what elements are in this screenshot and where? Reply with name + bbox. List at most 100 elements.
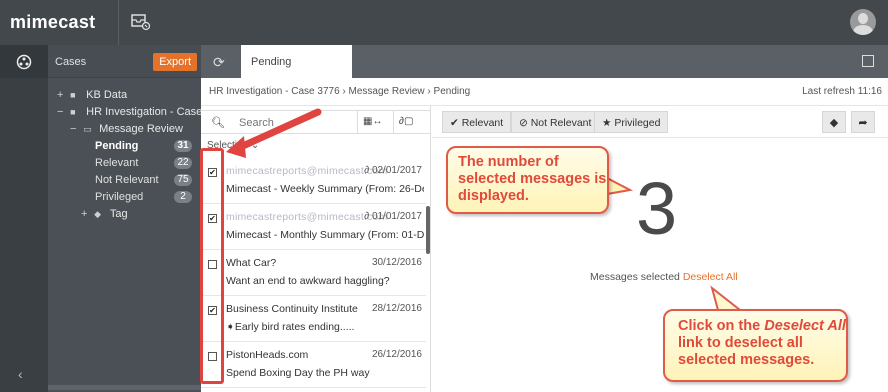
button-label: Relevant bbox=[461, 117, 504, 129]
search-bar: 🔍︎ ▦↔ ∂▢ bbox=[201, 110, 431, 134]
count-badge: 22 bbox=[174, 157, 192, 169]
checkbox-highlight bbox=[200, 148, 224, 384]
avatar-head bbox=[858, 13, 868, 24]
count-badge: 2 bbox=[174, 191, 192, 203]
privileged-button[interactable]: ★ Privileged bbox=[594, 111, 669, 133]
tag-icon[interactable]: ◆ bbox=[822, 111, 846, 133]
vertical-scrollbar[interactable] bbox=[426, 206, 430, 254]
tab-bar: ⟳ Pending bbox=[201, 45, 888, 78]
message-subject: Mimecast - Monthly Summary (From: 01-De.… bbox=[226, 229, 424, 241]
refresh-icon[interactable]: ⟳ bbox=[213, 54, 225, 71]
ban-icon: ⊘ bbox=[519, 117, 531, 129]
rail-active-item[interactable] bbox=[0, 45, 48, 78]
mimecast-logo[interactable]: mimecast bbox=[10, 12, 95, 33]
briefcase-icon: ■ bbox=[70, 107, 76, 117]
folder-pending[interactable]: Pending 31 bbox=[95, 138, 192, 154]
message-from: PistonHeads.com bbox=[226, 349, 309, 361]
folder-relevant[interactable]: Relevant 22 bbox=[95, 155, 192, 171]
button-label: Privileged bbox=[614, 117, 661, 129]
not-relevant-button[interactable]: ⊘ Not Relevant bbox=[511, 111, 600, 133]
message-subject: Mimecast - Weekly Summary (From: 26-De..… bbox=[226, 183, 424, 195]
message-from: Business Continuity Institute bbox=[226, 303, 358, 315]
list-item[interactable]: ✔ mimecastreports@mimecast.com ∂ 02/01/2… bbox=[201, 158, 426, 204]
left-rail: ‹ bbox=[0, 45, 48, 392]
date-text: 01/01/2017 bbox=[371, 211, 422, 222]
collapse-tree-icon[interactable]: − bbox=[57, 104, 67, 120]
collapse-tree-icon[interactable]: − bbox=[70, 121, 80, 137]
flag-icon: ➧ bbox=[226, 321, 235, 333]
search-input[interactable] bbox=[233, 112, 357, 133]
folder-privileged[interactable]: Privileged 2 bbox=[95, 189, 192, 205]
message-date: 28/12/2016 bbox=[371, 303, 422, 314]
message-subject: ➧Early bird rates ending..... bbox=[226, 321, 424, 333]
popout-icon[interactable] bbox=[862, 55, 874, 67]
expand-icon[interactable]: + bbox=[57, 87, 67, 103]
message-list: 🔍︎ ▦↔ ∂▢ Selection ⌄ ✔ mimecastreports@m… bbox=[201, 106, 431, 392]
count-badge: 31 bbox=[174, 140, 192, 152]
message-subject: Want an end to awkward haggling? bbox=[226, 275, 390, 287]
forward-icon[interactable]: ➦ bbox=[851, 111, 875, 133]
callout-count: The number of selected messages is displ… bbox=[446, 146, 609, 214]
tree-item-label: HR Investigation - Case 37 bbox=[86, 106, 218, 118]
divider bbox=[393, 111, 394, 134]
tree-item-hr-investigation[interactable]: − ■ HR Investigation - Case 37 bbox=[57, 104, 218, 120]
calendar-sort-icon[interactable]: ▦↔ bbox=[363, 116, 382, 127]
folder-label: Pending bbox=[95, 140, 139, 152]
folder-label: Not Relevant bbox=[95, 174, 159, 186]
star-icon: ★ bbox=[602, 117, 615, 129]
list-item[interactable]: ✔ Business Continuity Institute 28/12/20… bbox=[201, 296, 426, 342]
callout-text: link to deselect all selected messages. bbox=[678, 335, 815, 368]
message-date: 26/12/2016 bbox=[371, 349, 422, 360]
tree-item-label: KB Data bbox=[86, 89, 128, 101]
top-bar: mimecast bbox=[0, 0, 888, 45]
date-text: 02/01/2017 bbox=[371, 165, 422, 176]
breadcrumb: HR Investigation - Case 3776 › Message R… bbox=[201, 78, 888, 106]
chevron-down-icon: ⌄ bbox=[250, 140, 260, 151]
collapse-icon[interactable]: ‹ bbox=[18, 366, 23, 382]
inbox-icon: ▭ bbox=[83, 124, 92, 134]
tab-pending[interactable]: Pending bbox=[241, 45, 352, 78]
avatar[interactable] bbox=[850, 9, 876, 35]
expand-icon[interactable]: + bbox=[81, 206, 91, 222]
export-button[interactable]: Export bbox=[153, 53, 197, 71]
breadcrumb-path: HR Investigation - Case 3776 › Message R… bbox=[209, 86, 471, 97]
attachment-filter-icon[interactable]: ∂▢ bbox=[399, 116, 413, 127]
last-refresh: Last refresh 11:16 bbox=[802, 86, 882, 97]
divider bbox=[118, 0, 119, 45]
list-item[interactable]: PistonHeads.com 26/12/2016 Spend Boxing … bbox=[201, 342, 426, 388]
message-from: What Car? bbox=[226, 257, 277, 269]
folder-label: Privileged bbox=[95, 191, 144, 203]
list-item[interactable]: What Car? 30/12/2016 Want an end to awkw… bbox=[201, 250, 426, 296]
message-date: ∂ 01/01/2017 bbox=[364, 211, 422, 222]
action-bar: ✔ Relevant ⊘ Not Relevant ★ Privileged ◆… bbox=[432, 106, 888, 138]
attachment-icon: ∂ bbox=[364, 211, 372, 222]
divider bbox=[357, 111, 358, 134]
subject-text: Early bird rates ending..... bbox=[234, 321, 355, 333]
check-icon: ✔ bbox=[450, 117, 462, 129]
callout-text: Click on the bbox=[678, 318, 761, 334]
tree-item-kb-data[interactable]: + ■ KB Data bbox=[57, 87, 127, 103]
callout-tail bbox=[710, 285, 743, 311]
callout-emphasis: Deselect All bbox=[764, 318, 846, 334]
tree-item-label: Tag bbox=[109, 208, 128, 220]
deselect-all-link[interactable]: Deselect All bbox=[683, 271, 738, 283]
folder-label: Relevant bbox=[95, 157, 139, 169]
inbox-icon[interactable] bbox=[130, 12, 152, 32]
count-badge: 75 bbox=[174, 174, 192, 186]
search-icon[interactable]: 🔍︎ bbox=[211, 116, 225, 129]
horizontal-scrollbar[interactable] bbox=[48, 385, 201, 390]
cases-header: Cases Export bbox=[48, 45, 201, 78]
tree-item-tag[interactable]: + ◆ Tag bbox=[81, 206, 128, 222]
list-item[interactable]: ✔ mimecastreports@mimecast.com ∂ 01/01/2… bbox=[201, 204, 426, 250]
cases-title: Cases bbox=[55, 56, 87, 68]
tag-icon: ◆ bbox=[94, 209, 101, 219]
avatar-body bbox=[853, 25, 873, 35]
relevant-button[interactable]: ✔ Relevant bbox=[442, 111, 512, 133]
folder-not-relevant[interactable]: Not Relevant 75 bbox=[95, 172, 192, 188]
callout-tail bbox=[606, 176, 634, 196]
callout-deselect: Click on the Deselect All link to desele… bbox=[663, 309, 848, 382]
message-subject: Spend Boxing Day the PH way bbox=[226, 367, 370, 379]
network-icon bbox=[16, 54, 32, 70]
tree-item-message-review[interactable]: − ▭ Message Review bbox=[70, 121, 183, 137]
message-date: ∂ 02/01/2017 bbox=[364, 165, 422, 176]
